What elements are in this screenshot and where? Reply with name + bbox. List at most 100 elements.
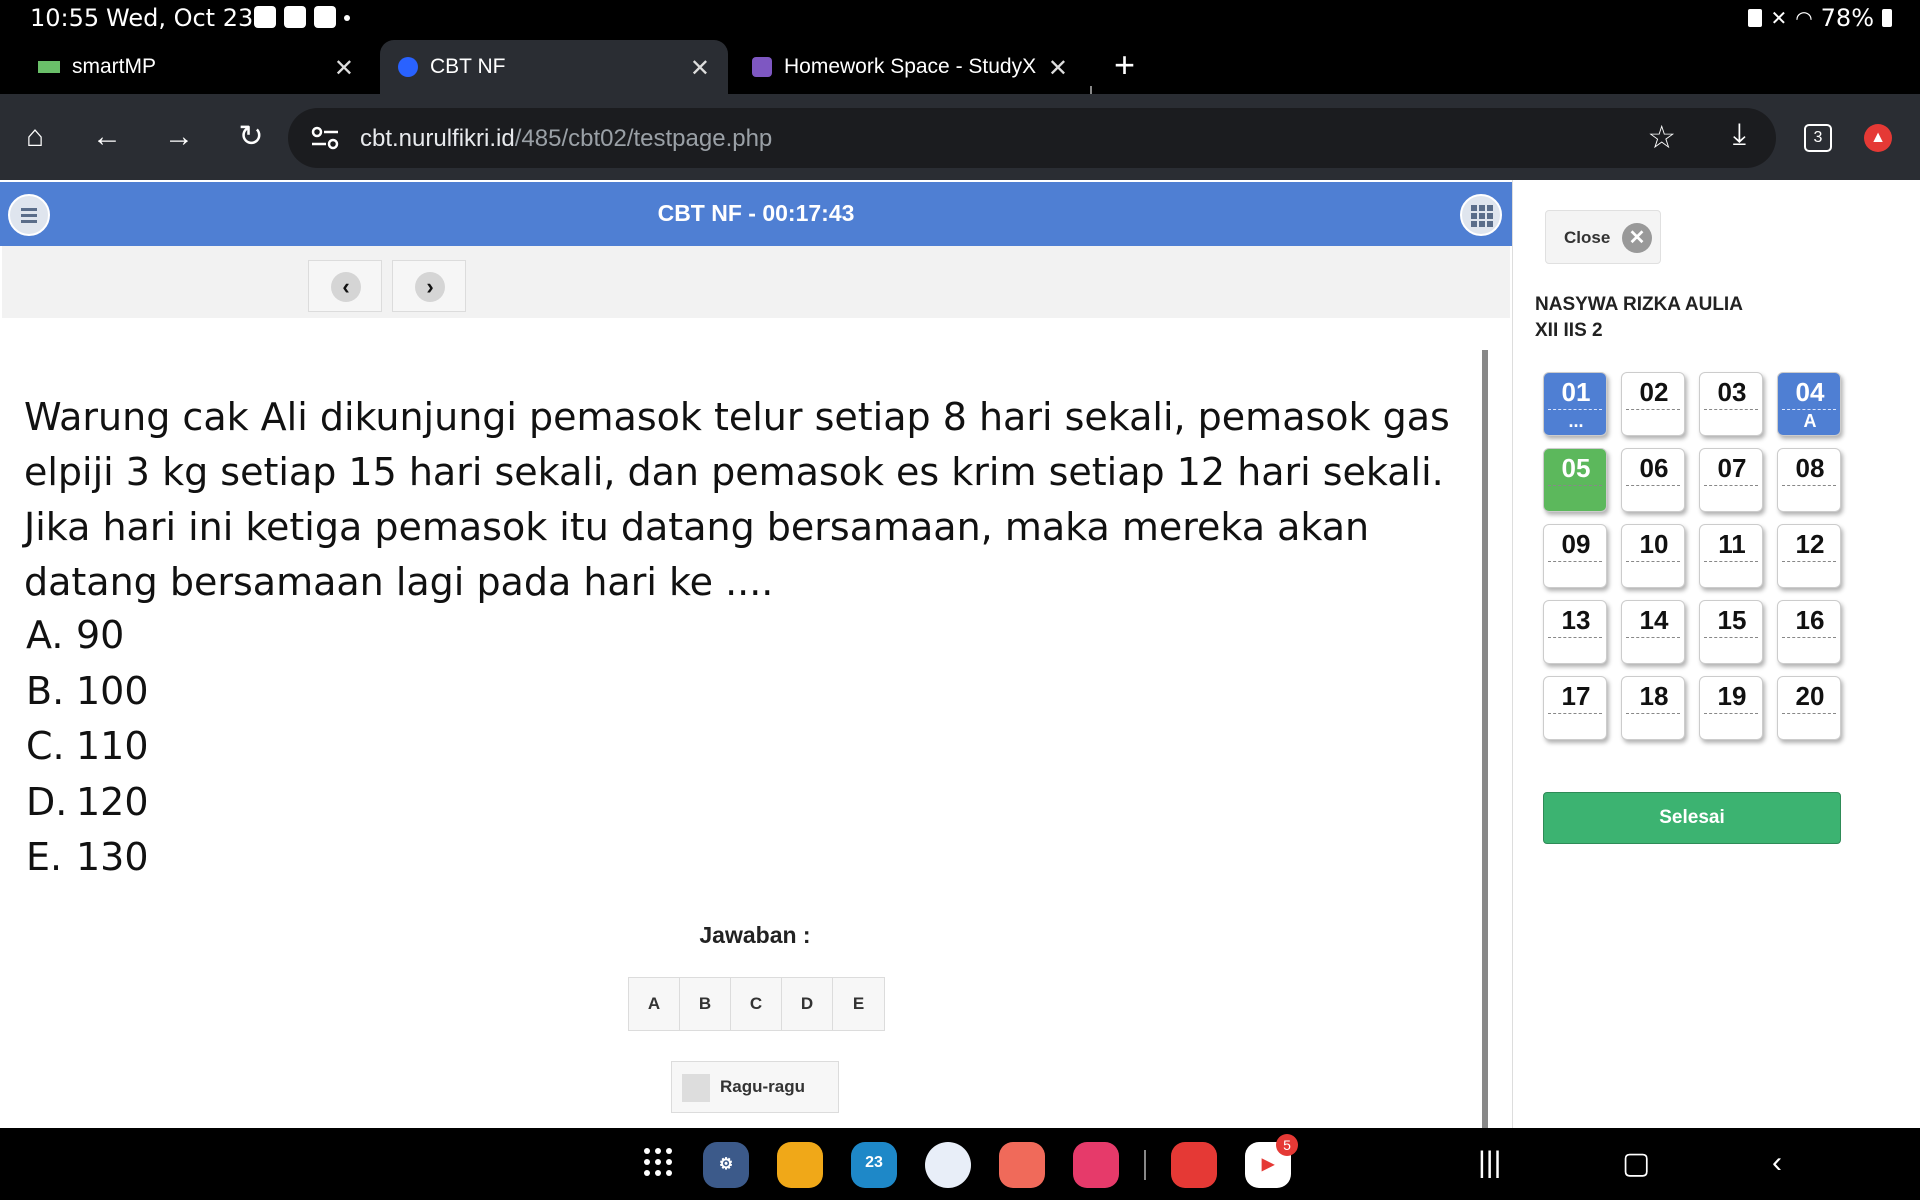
question-number-button[interactable]: 20 [1777, 676, 1841, 740]
dock-divider [1144, 1150, 1146, 1180]
divider [1704, 637, 1758, 638]
question-number-button[interactable]: 08 [1777, 448, 1841, 512]
answer-choice-c[interactable]: C [731, 978, 782, 1030]
notification-icons [254, 6, 350, 28]
answer-choice-d[interactable]: D [782, 978, 833, 1030]
question-grid-icon[interactable] [1460, 194, 1502, 236]
camera-icon[interactable] [1073, 1142, 1119, 1188]
question-number-button[interactable]: 11 [1699, 524, 1763, 588]
question-number-button[interactable]: 09 [1543, 524, 1607, 588]
answer-options: A. 90 B. 100 C. 110 D. 120 E. 130 [26, 608, 149, 886]
divider [1548, 637, 1602, 638]
question-number-button[interactable]: 06 [1621, 448, 1685, 512]
question-number-button[interactable]: 03 [1699, 372, 1763, 436]
question-number-button[interactable]: 16 [1777, 600, 1841, 664]
address-bar[interactable]: cbt.nurulfikri.id/485/cbt02/testpage.php… [288, 108, 1776, 168]
studyx-icon [752, 57, 772, 77]
forward-icon[interactable]: → [156, 114, 202, 160]
check-icon [314, 6, 336, 28]
settings-icon[interactable]: ⚙ [703, 1142, 749, 1188]
answer-choice-e[interactable]: E [833, 978, 884, 1030]
doubt-checkbox[interactable] [682, 1074, 710, 1102]
download-icon[interactable]: ⤓ [1733, 118, 1746, 152]
divider [1548, 561, 1602, 562]
scrollbar[interactable] [1482, 350, 1488, 1128]
close-sidebar-button[interactable]: Close ✕ [1545, 210, 1661, 264]
close-tab-icon[interactable]: ✕ [334, 54, 354, 83]
test-title-timer: CBT NF - 00:17:43 [657, 200, 855, 226]
files-icon[interactable] [777, 1142, 823, 1188]
app-drawer-icon[interactable] [644, 1148, 672, 1176]
question-number: 15 [1717, 605, 1747, 635]
contacts-icon[interactable] [999, 1142, 1045, 1188]
question-number-button[interactable]: 15 [1699, 600, 1763, 664]
tab-studyx[interactable]: Homework Space - StudyX ✕ [728, 40, 1086, 94]
divider [1626, 485, 1680, 486]
question-number-button[interactable]: 10 [1621, 524, 1685, 588]
question-number-button[interactable]: 14 [1621, 600, 1685, 664]
divider [1782, 713, 1836, 714]
question-number-button[interactable]: 04 A [1777, 372, 1841, 436]
question-number-button[interactable]: 19 [1699, 676, 1763, 740]
wifi-icon: ◠ [1795, 6, 1813, 30]
divider [1704, 713, 1758, 714]
web-page: CBT NF - 00:17:43 ‹ › Warung cak Ali dik… [0, 180, 1920, 1128]
battery-level: 78% [1820, 4, 1874, 32]
back-icon[interactable]: ← [84, 114, 130, 160]
site-settings-icon[interactable] [310, 124, 340, 152]
close-tab-icon[interactable]: ✕ [690, 54, 710, 83]
tab-smartmp[interactable]: smartMP ✕ [0, 40, 372, 94]
system-icons: ✕ ◠ 78% [1748, 4, 1892, 32]
calendar-icon[interactable]: 23 [851, 1142, 897, 1188]
url-text[interactable]: cbt.nurulfikri.id/485/cbt02/testpage.php [360, 125, 772, 153]
battery-icon [1882, 9, 1892, 27]
question-number: 02 [1639, 377, 1669, 407]
question-number-button[interactable]: 17 [1543, 676, 1607, 740]
question-number-button[interactable]: 05 [1543, 448, 1607, 512]
notes-icon[interactable] [1171, 1142, 1217, 1188]
student-class: XII IIS 2 [1535, 320, 1603, 341]
back-nav-icon[interactable]: ‹ [1772, 1146, 1782, 1180]
bookmark-star-icon[interactable]: ☆ [1647, 118, 1676, 156]
messages-icon[interactable] [925, 1142, 971, 1188]
question-answer: A [1803, 411, 1817, 431]
question-number-button[interactable]: 07 [1699, 448, 1763, 512]
dot-icon [344, 15, 350, 21]
question-sidebar: Close ✕ NASYWA RIZKA AULIA XII IIS 2 01.… [1512, 180, 1920, 1128]
question-number: 17 [1561, 681, 1591, 711]
answer-choice-b[interactable]: B [680, 978, 731, 1030]
answer-choice-group: A B C D E [628, 977, 885, 1031]
question-number-button[interactable]: 12 [1777, 524, 1841, 588]
tab-switcher-button[interactable]: 3 [1804, 124, 1832, 152]
question-number: 04 [1795, 377, 1825, 407]
prev-question-button[interactable]: ‹ [308, 260, 382, 312]
reload-icon[interactable]: ↻ [228, 114, 274, 160]
close-icon: ✕ [1622, 223, 1652, 253]
new-tab-icon[interactable]: + [1114, 44, 1135, 86]
home-nav-icon[interactable]: ▢ [1622, 1146, 1650, 1181]
browser-toolbar: ⌂ ← → ↻ cbt.nurulfikri.id/485/cbt02/test… [0, 94, 1920, 180]
finish-button[interactable]: Selesai [1543, 792, 1841, 844]
tab-cbt-nf[interactable]: CBT NF ✕ [380, 40, 728, 94]
doubt-toggle[interactable]: Ragu-ragu [671, 1061, 839, 1113]
question-number-button[interactable]: 13 [1543, 600, 1607, 664]
question-number: 03 [1717, 377, 1747, 407]
mute-icon: ✕ [1770, 6, 1788, 30]
question-number-button[interactable]: 18 [1621, 676, 1685, 740]
recents-icon[interactable]: ||| [1478, 1146, 1501, 1180]
close-tab-icon[interactable]: ✕ [1048, 54, 1068, 83]
divider [1782, 637, 1836, 638]
question-number: 06 [1639, 453, 1669, 483]
question-number-button[interactable]: 02 [1621, 372, 1685, 436]
student-name: NASYWA RIZKA AULIA [1535, 294, 1743, 315]
option-d: D. 120 [26, 779, 149, 824]
option-e: E. 130 [26, 835, 149, 879]
divider [1548, 485, 1602, 486]
home-icon[interactable]: ⌂ [12, 114, 58, 160]
question-number-button[interactable]: 01... [1543, 372, 1607, 436]
divider [1626, 637, 1680, 638]
next-question-button[interactable]: › [392, 260, 466, 312]
answer-choice-a[interactable]: A [629, 978, 680, 1030]
update-icon[interactable]: ▲ [1864, 124, 1892, 152]
question-number: 01 [1561, 377, 1591, 407]
